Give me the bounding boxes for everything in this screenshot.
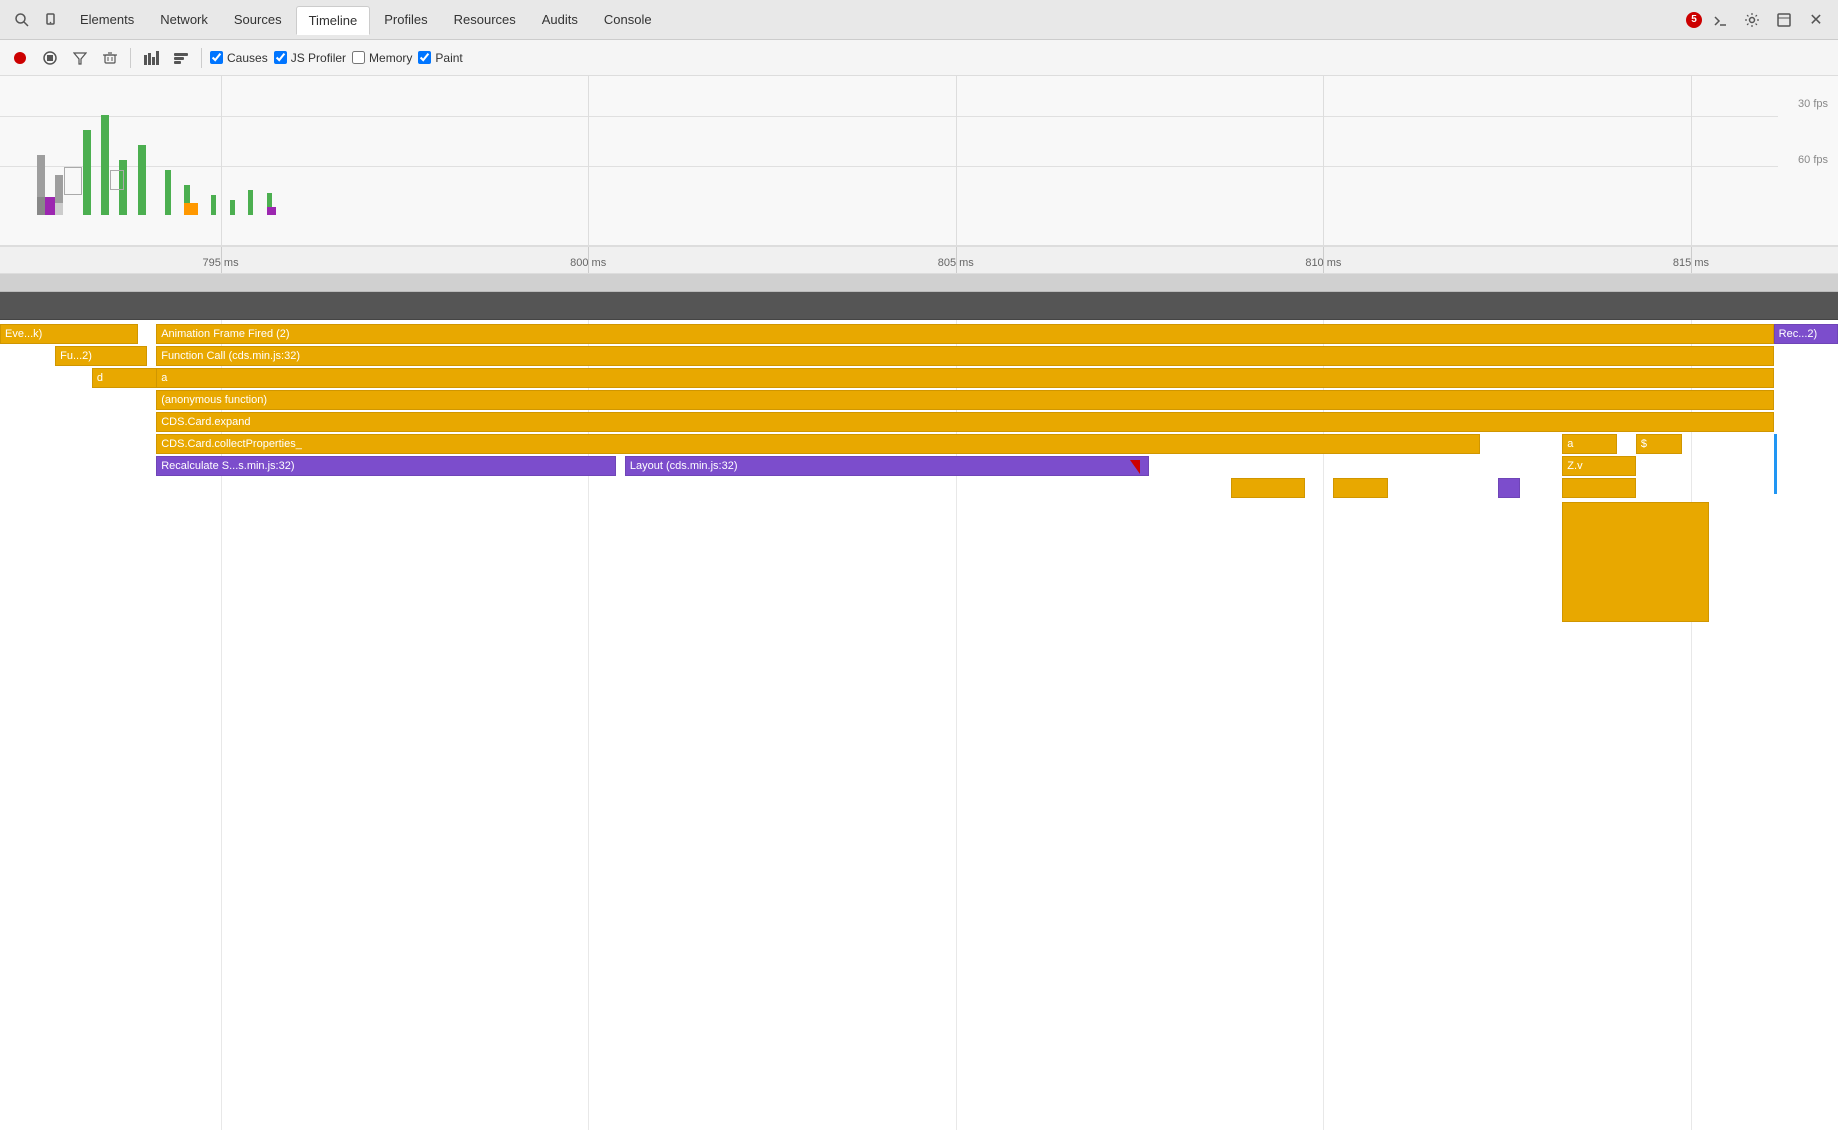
fps-bar-10 <box>230 200 235 215</box>
clear-button[interactable] <box>98 46 122 70</box>
tab-sources[interactable]: Sources <box>222 6 294 33</box>
tab-console[interactable]: Console <box>592 6 664 33</box>
flame-block-fu2[interactable]: Fu...2) <box>55 346 147 366</box>
flame-block-a-1[interactable]: a <box>156 368 1773 388</box>
flame-block-recalculate[interactable]: Recalculate S...s.min.js:32) <box>156 456 616 476</box>
stop-button[interactable] <box>38 46 62 70</box>
fps-bar-orange-1 <box>184 203 198 215</box>
flame-block-dollar[interactable]: $ <box>1636 434 1682 454</box>
devtools-nav: Elements Network Sources Timeline Profil… <box>0 0 1838 40</box>
layout-thrash-indicator <box>1130 460 1140 474</box>
tab-resources[interactable]: Resources <box>442 6 528 33</box>
fps-bar-outline-1 <box>55 203 63 215</box>
paint-checkbox[interactable] <box>418 51 431 64</box>
tab-elements[interactable]: Elements <box>68 6 146 33</box>
flame-row-2: Fu...2) Function Call (cds.min.js:32) <box>0 346 1838 368</box>
device-icon[interactable] <box>38 6 66 34</box>
grid-v-4 <box>1323 76 1324 245</box>
flame-block-expand[interactable]: CDS.Card.expand <box>156 412 1773 432</box>
flame-block-collect[interactable]: CDS.Card.collectProperties_ <box>156 434 1479 454</box>
search-icon[interactable] <box>8 6 36 34</box>
fps-bar-7 <box>165 170 171 215</box>
ruler-mark-805: 805 ms <box>938 257 974 269</box>
memory-box-2 <box>110 170 124 190</box>
fps-bar-3 <box>83 130 91 215</box>
memory-checkbox[interactable] <box>352 51 365 64</box>
flame-block-bottom-large[interactable] <box>1562 502 1709 622</box>
timeline-ruler: 795 ms 800 ms 805 ms 810 ms 815 ms <box>0 246 1838 274</box>
js-profiler-label: JS Profiler <box>291 51 346 65</box>
tab-timeline[interactable]: Timeline <box>296 6 371 35</box>
console-prompt-icon[interactable] <box>1706 6 1734 34</box>
fps-bar-gray-1 <box>37 197 45 215</box>
flame-block-anonymous[interactable]: (anonymous function) <box>156 390 1773 410</box>
js-profiler-checkbox-label[interactable]: JS Profiler <box>274 51 346 65</box>
flame-block-extra-purple[interactable] <box>1498 478 1520 498</box>
flame-block-layout[interactable]: Layout (cds.min.js:32) <box>625 456 1149 476</box>
expand-icon[interactable] <box>1770 6 1798 34</box>
memory-box-1 <box>64 167 82 195</box>
flame-row-1: Eve...k) Animation Frame Fired (2) Rec..… <box>0 324 1838 346</box>
flame-block-rec2[interactable]: Rec...2) <box>1774 324 1838 344</box>
flame-chart-header <box>0 292 1838 320</box>
selection-bar[interactable] <box>0 274 1838 292</box>
causes-checkbox[interactable] <box>210 51 223 64</box>
paint-label: Paint <box>435 51 462 65</box>
flame-block-a-right-1[interactable]: a <box>1562 434 1617 454</box>
settings-icon[interactable] <box>1738 6 1766 34</box>
close-icon[interactable]: ✕ <box>1802 6 1830 34</box>
timeline-chart[interactable]: 30 fps 60 fps <box>0 76 1838 246</box>
ruler-mark-815: 815 ms <box>1673 257 1709 269</box>
flame-block-zv[interactable]: Z.v <box>1562 456 1636 476</box>
flame-view-button[interactable] <box>169 46 193 70</box>
fps-60-label: 60 fps <box>1798 154 1828 166</box>
fps-bar-9 <box>211 195 216 215</box>
ruler-mark-795: 795 ms <box>203 257 239 269</box>
grid-v-3 <box>956 76 957 245</box>
flame-row-5: CDS.Card.expand <box>0 412 1838 434</box>
memory-label: Memory <box>369 51 412 65</box>
causes-label: Causes <box>227 51 268 65</box>
fps-bar-4 <box>101 115 109 215</box>
tab-audits[interactable]: Audits <box>530 6 590 33</box>
timeline-toolbar: Causes JS Profiler Memory Paint <box>0 40 1838 76</box>
flame-block-animation-frame[interactable]: Animation Frame Fired (2) <box>156 324 1773 344</box>
flame-chart[interactable]: Eve...k) Animation Frame Fired (2) Rec..… <box>0 320 1838 1130</box>
paint-checkbox-label[interactable]: Paint <box>418 51 462 65</box>
fps-30-line <box>0 116 1778 117</box>
grid-v-2 <box>588 76 589 245</box>
causes-checkbox-label[interactable]: Causes <box>210 51 268 65</box>
error-count-badge: 5 <box>1686 12 1702 28</box>
separator-1 <box>130 48 131 68</box>
fps-60-line <box>0 166 1778 167</box>
ruler-mark-800: 800 ms <box>570 257 606 269</box>
grid-v-1 <box>221 76 222 245</box>
bar-chart-view-button[interactable] <box>139 46 163 70</box>
flame-row-6: CDS.Card.collectProperties_ a $ <box>0 434 1838 456</box>
record-button[interactable] <box>8 46 32 70</box>
flame-row-3: d a <box>0 368 1838 390</box>
fps-bar-11 <box>248 190 253 215</box>
fps-bar-purple-2 <box>267 207 276 215</box>
grid-v-5 <box>1691 76 1692 245</box>
filter-button[interactable] <box>68 46 92 70</box>
nav-right: 5 ✕ <box>1686 6 1830 34</box>
separator-2 <box>201 48 202 68</box>
tab-profiles[interactable]: Profiles <box>372 6 439 33</box>
flame-row-4: (anonymous function) <box>0 390 1838 412</box>
main-content: 30 fps 60 fps <box>0 76 1838 1130</box>
flame-block-extra-2[interactable] <box>1333 478 1388 498</box>
flame-block-extra-1[interactable] <box>1231 478 1305 498</box>
flame-block-evk[interactable]: Eve...k) <box>0 324 138 344</box>
flame-row-7: Recalculate S...s.min.js:32) Layout (cds… <box>0 456 1838 478</box>
memory-checkbox-label[interactable]: Memory <box>352 51 412 65</box>
tab-network[interactable]: Network <box>148 6 220 33</box>
fps-bar-6 <box>138 145 146 215</box>
js-profiler-checkbox[interactable] <box>274 51 287 64</box>
fps-30-label: 30 fps <box>1798 98 1828 110</box>
flame-block-d[interactable]: d <box>92 368 166 388</box>
ruler-mark-810: 810 ms <box>1305 257 1341 269</box>
flame-block-extra-3[interactable] <box>1562 478 1636 498</box>
flame-block-function-call[interactable]: Function Call (cds.min.js:32) <box>156 346 1773 366</box>
